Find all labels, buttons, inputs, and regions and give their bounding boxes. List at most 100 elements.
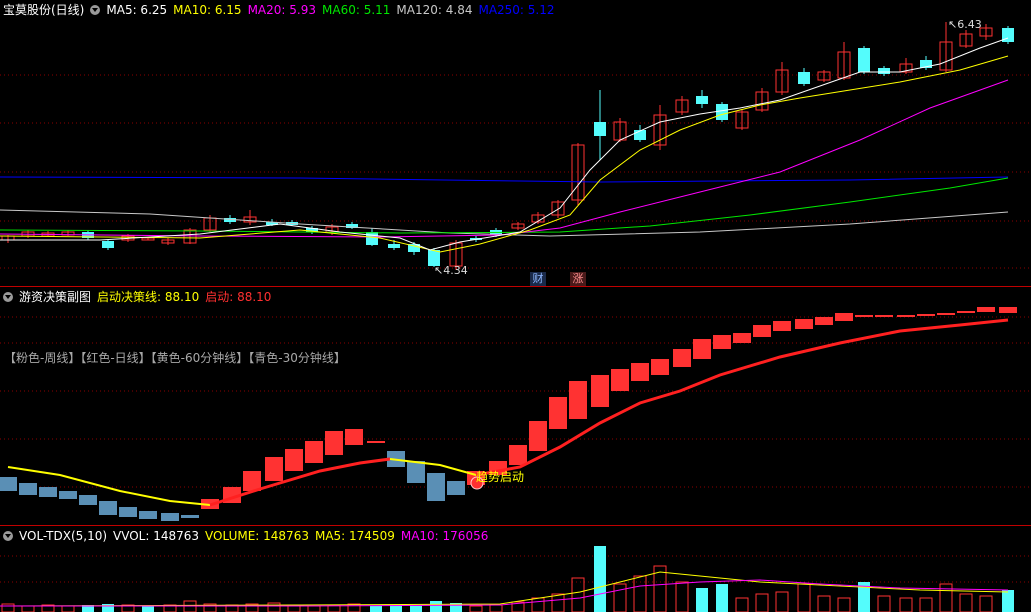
candle-body: [696, 96, 708, 104]
indicator-panel[interactable]: 游资决策副图 启动决策线: 88.10 启动: 88.10 【粉色-周线】【红色-日…: [0, 287, 1031, 525]
indicator-bar: [773, 321, 791, 331]
volume-bar: [267, 602, 281, 612]
indicator-bar: [611, 369, 629, 391]
volume-bar: [307, 605, 321, 612]
indicator-bar: [591, 375, 609, 407]
indicator-bar: [713, 335, 731, 349]
volume-bar: [797, 583, 811, 612]
indicator-title[interactable]: 游资决策副图: [19, 290, 91, 304]
indicator-bar: [855, 315, 873, 317]
indicator-bar: [549, 397, 567, 429]
indicator-bar: [795, 319, 813, 329]
low-marker: ↖4.34: [434, 264, 468, 277]
volume-label: VOLUME: 148763: [205, 529, 309, 543]
volume-title[interactable]: VOL-TDX(5,10): [19, 529, 107, 543]
indicator-bar: [447, 481, 465, 495]
indicator-bar: [407, 461, 425, 483]
volume-bar: [61, 605, 75, 612]
volume-bar: [675, 581, 689, 612]
volume-bar: [613, 583, 627, 612]
candle-body: [102, 241, 114, 248]
indicator-header: 游资决策副图 启动决策线: 88.10 启动: 88.10: [3, 289, 277, 305]
ma250-label: MA250: 5.12: [478, 3, 555, 17]
ma10-label: MA10: 6.15: [173, 3, 242, 17]
indicator-bar: [99, 501, 117, 515]
volume-bar: [21, 605, 35, 612]
candle-body: [716, 104, 728, 120]
trend-start-signal: 趋势启动: [476, 470, 525, 484]
indicator-bar: [139, 511, 157, 519]
indicator-chart[interactable]: [0, 287, 1031, 525]
volume-header: VOL-TDX(5,10) VVOL: 148763 VOLUME: 148763 M…: [3, 528, 494, 544]
volume-bar: [696, 588, 708, 612]
volume-bar: [755, 593, 769, 612]
ma250-line: [0, 176, 1009, 183]
volume-bar: [716, 584, 728, 612]
dropdown-icon[interactable]: [3, 531, 13, 541]
rise-badge[interactable]: 涨: [570, 272, 586, 286]
indicator-bar: [39, 487, 57, 497]
indicator-bar: [733, 333, 751, 343]
candle-body: [594, 122, 606, 136]
indicator-bar: [999, 307, 1017, 313]
volume-bar: [1, 603, 15, 612]
volume-bar: [877, 595, 891, 612]
indicator-bar: [957, 311, 975, 313]
volume-bar: [633, 575, 647, 612]
indicator-bar: [19, 483, 37, 495]
volume-bar: [531, 597, 545, 612]
volume-bar: [410, 606, 422, 612]
volume-bar: [430, 601, 442, 612]
indicator-bar: [345, 429, 363, 445]
vol-ma10-label: MA10: 176056: [400, 529, 489, 543]
color-legend: 【粉色-周线】【红色-日线】【黄色-60分钟线】【青色-30分钟线】: [4, 351, 346, 365]
indicator-bar: [977, 307, 995, 312]
volume-bar: [939, 583, 953, 612]
ma20-line: [0, 79, 1009, 238]
vol-ma5-line: [0, 571, 1009, 607]
indicator-bar: [285, 449, 303, 471]
indicator-bar: [569, 381, 587, 419]
indicator-bar: [897, 315, 915, 317]
candle-body: [388, 244, 400, 248]
ma5-label: MA5: 6.25: [106, 3, 168, 17]
price-panel[interactable]: 宝莫股份(日线) MA5: 6.25 MA10: 6.15 MA20: 5.93 MA6…: [0, 0, 1031, 286]
ma60-line: [0, 177, 1009, 234]
indicator-bar: [305, 441, 323, 463]
indicator-bar: [119, 507, 137, 517]
indicator-bar: [651, 359, 669, 375]
high-marker: ↖6.43: [948, 18, 982, 31]
volume-panel[interactable]: VOL-TDX(5,10) VVOL: 148763 VOLUME: 148763 M…: [0, 526, 1031, 612]
volume-bar: [837, 597, 851, 612]
indicator-bar: [367, 441, 385, 443]
finance-badge[interactable]: 财: [530, 272, 546, 286]
indicator-bar: [325, 431, 343, 455]
indicator-bar: [937, 313, 955, 315]
volume-bar: [899, 597, 913, 612]
volume-bar: [390, 605, 402, 612]
candle-body: [798, 72, 810, 84]
decision-line-yellow: [7, 466, 211, 506]
decision-line-label: 启动决策线: 88.10: [97, 290, 200, 304]
volume-bar: [919, 597, 933, 612]
volume-bar: [551, 593, 565, 612]
dropdown-icon[interactable]: [90, 5, 101, 15]
volume-bar: [142, 606, 154, 612]
indicator-bar: [161, 513, 179, 521]
low-price-label: 4.34: [443, 264, 468, 277]
indicator-bar: [917, 314, 935, 316]
volume-bar: [571, 577, 585, 612]
indicator-bar: [529, 421, 547, 451]
indicator-bar: [693, 339, 711, 359]
candle-body: [878, 68, 890, 74]
indicator-bar: [673, 349, 691, 367]
volume-bar: [469, 605, 483, 612]
indicator-bar: [427, 473, 445, 501]
indicator-bar: [753, 325, 771, 337]
indicator-bar: [265, 457, 283, 481]
price-chart[interactable]: [0, 0, 1031, 286]
volume-bar: [1002, 590, 1014, 612]
stock-title[interactable]: 宝莫股份(日线): [3, 3, 84, 17]
candle-body: [366, 232, 378, 245]
dropdown-icon[interactable]: [3, 292, 13, 302]
